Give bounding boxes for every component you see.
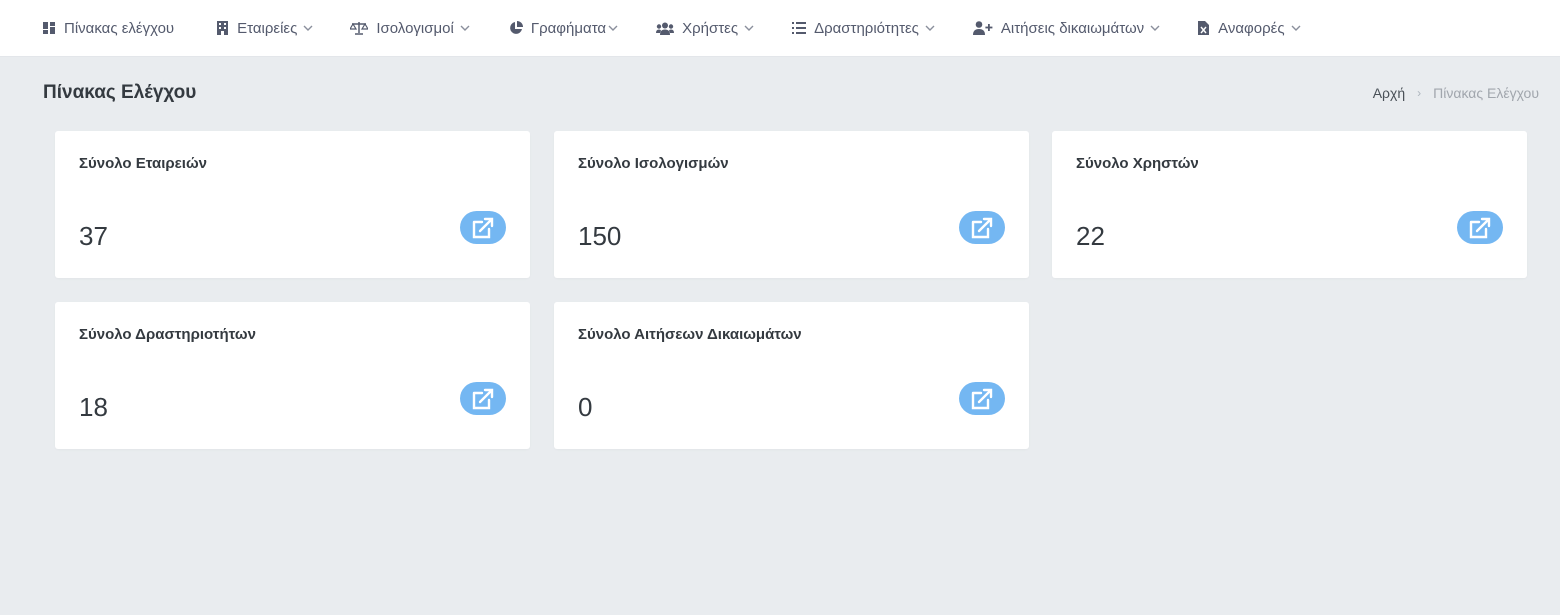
nav-item-label: Εταιρείες: [237, 19, 298, 37]
card-title: Σύνολο Χρηστών: [1076, 155, 1199, 172]
nav-item-label: Αιτήσεις δικαιωμάτων: [1000, 19, 1145, 37]
stat-card-permission-requests: Σύνολο Αιτήσεων Δικαιωμάτων 0: [554, 302, 1029, 449]
stat-card-balance-sheets: Σύνολο Ισολογισμών 150: [554, 131, 1029, 278]
nav-item-reports[interactable]: Αναφορές: [1196, 0, 1301, 57]
breadcrumb: Αρχή › Πίνακας Ελέγχου: [1373, 85, 1539, 101]
breadcrumb-separator-icon: ›: [1417, 86, 1422, 100]
card-value: 18: [79, 392, 108, 422]
list-icon: [792, 21, 807, 35]
file-excel-icon: [1196, 21, 1210, 35]
chevron-down-icon: [744, 23, 754, 33]
nav-item-label: Ισολογισμοί: [376, 19, 454, 37]
open-link-button[interactable]: [460, 382, 506, 415]
breadcrumb-current: Πίνακας Ελέγχου: [1433, 85, 1539, 101]
nav-item-label: Πίνακας ελέγχου: [64, 19, 175, 37]
building-icon: [215, 21, 229, 35]
card-value: 37: [79, 221, 108, 251]
card-title: Σύνολο Δραστηριοτήτων: [79, 326, 256, 343]
nav-item-activities[interactable]: Δραστηριότητες: [792, 0, 935, 57]
pie-chart-icon: [509, 21, 523, 35]
nav-item-label: Δραστηριότητες: [814, 19, 919, 37]
users-icon: [656, 21, 675, 35]
open-link-button[interactable]: [1457, 211, 1503, 244]
card-title: Σύνολο Αιτήσεων Δικαιωμάτων: [578, 326, 802, 343]
nav-item-label: Χρήστες: [682, 19, 739, 37]
external-link-icon: [971, 388, 993, 409]
card-value: 22: [1076, 221, 1105, 251]
nav-item-dashboard[interactable]: Πίνακας ελέγχου: [42, 0, 174, 57]
external-link-icon: [1469, 217, 1491, 238]
card-value: 0: [578, 392, 593, 422]
chevron-down-icon: [1291, 23, 1301, 33]
stat-card-users: Σύνολο Χρηστών 22: [1052, 131, 1527, 278]
chevron-down-icon: [460, 23, 470, 33]
chevron-down-icon: [303, 23, 313, 33]
nav-item-balance-sheets[interactable]: Ισολογισμοί: [350, 0, 470, 57]
page-title: Πίνακας Ελέγχου: [43, 82, 197, 103]
chevron-down-icon: [1150, 23, 1160, 33]
user-plus-icon: [972, 21, 993, 35]
open-link-button[interactable]: [959, 382, 1005, 415]
card-value: 150: [578, 221, 622, 251]
card-title: Σύνολο Εταιρειών: [79, 155, 207, 172]
breadcrumb-home-link[interactable]: Αρχή: [1373, 85, 1405, 101]
balance-scale-icon: [350, 21, 369, 35]
open-link-button[interactable]: [959, 211, 1005, 244]
chevron-down-icon: [925, 23, 935, 33]
external-link-icon: [472, 217, 494, 238]
card-title: Σύνολο Ισολογισμών: [578, 155, 729, 172]
stat-card-companies: Σύνολο Εταιρειών 37: [55, 131, 530, 278]
top-navbar: Πίνακας ελέγχου Εταιρείες Ισολογισμοί Γρ…: [0, 0, 1560, 57]
nav-item-charts[interactable]: Γραφήματα: [509, 0, 618, 57]
nav-item-label: Αναφορές: [1218, 19, 1285, 37]
nav-item-companies[interactable]: Εταιρείες: [215, 0, 313, 57]
stat-card-activities: Σύνολο Δραστηριοτήτων 18: [55, 302, 530, 449]
chevron-down-icon: [608, 23, 618, 33]
nav-item-users[interactable]: Χρήστες: [656, 0, 754, 57]
dashboard-icon: [42, 21, 56, 35]
nav-item-permission-requests[interactable]: Αιτήσεις δικαιωμάτων: [972, 0, 1160, 57]
external-link-icon: [971, 217, 993, 238]
nav-item-label: Γραφήματα: [530, 19, 607, 37]
open-link-button[interactable]: [460, 211, 506, 244]
external-link-icon: [472, 388, 494, 409]
